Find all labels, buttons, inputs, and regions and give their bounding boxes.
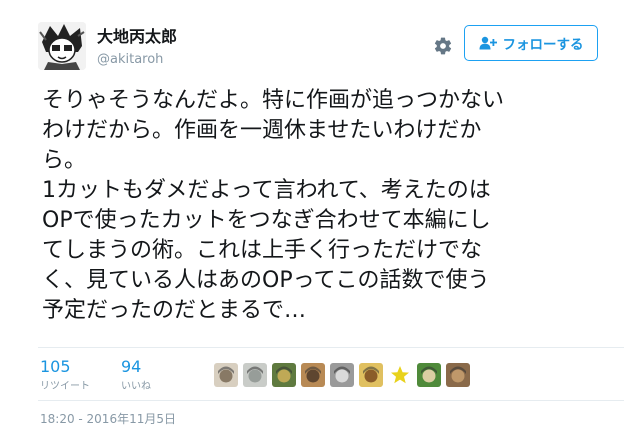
tweet-text-line: てしまうの術。これは上手く行っただけでな: [42, 238, 483, 263]
tweet-text-line: OPで使ったカットをつなぎ合わせて本編にし: [42, 208, 491, 233]
avatar[interactable]: [38, 22, 86, 70]
author-name[interactable]: 大地丙太郎: [97, 27, 177, 47]
liker-avatar-5[interactable]: [330, 363, 354, 387]
retweet-label: リツイート: [40, 381, 90, 392]
liker-avatar-7[interactable]: [388, 363, 412, 387]
follow-button[interactable]: フォローする: [464, 25, 598, 61]
gear-icon: [434, 37, 452, 55]
liker-avatar-1[interactable]: [214, 363, 238, 387]
tweet-text-line: わけだから。作画を一週休ませたいわけだか: [42, 118, 482, 143]
settings-button[interactable]: [430, 33, 456, 59]
like-stat[interactable]: 94 いいね: [121, 357, 151, 394]
retweet-count: 105: [40, 357, 71, 376]
tweet-text-line: そりゃそうなんだよ。特に作画が追っつかない: [42, 88, 505, 113]
liker-avatar-8[interactable]: [417, 363, 441, 387]
like-count: 94: [121, 357, 142, 376]
retweet-stat[interactable]: 105 リツイート: [40, 357, 90, 394]
divider: [38, 347, 624, 348]
tweet-text-line: 1カットもダメだよって言われて、考えたのは: [42, 178, 491, 203]
liker-avatar-9[interactable]: [446, 363, 470, 387]
add-user-icon: [479, 36, 497, 50]
divider: [38, 400, 624, 401]
like-label: いいね: [121, 381, 151, 392]
liker-avatar-3[interactable]: [272, 363, 296, 387]
liker-avatar-2[interactable]: [243, 363, 267, 387]
tweet-text-line: く、見ている人はあのOPってこの話数で使う: [42, 268, 490, 293]
tweet-text: そりゃそうなんだよ。特に作画が追っつかない わけだから。作画を一週休ませたいわけ…: [42, 86, 612, 326]
author-handle[interactable]: @akitaroh: [97, 51, 163, 69]
liker-avatar-4[interactable]: [301, 363, 325, 387]
liker-avatar-6[interactable]: [359, 363, 383, 387]
tweet-text-line: ら。: [42, 148, 87, 173]
follow-button-label: フォローする: [502, 37, 584, 53]
timestamp[interactable]: 18:20 - 2016年11月5日: [40, 411, 176, 427]
tweet-text-line: 予定だったのだとまるで…: [42, 298, 307, 323]
manga-character-avatar-icon: [38, 22, 86, 70]
liker-avatars: [214, 363, 470, 387]
